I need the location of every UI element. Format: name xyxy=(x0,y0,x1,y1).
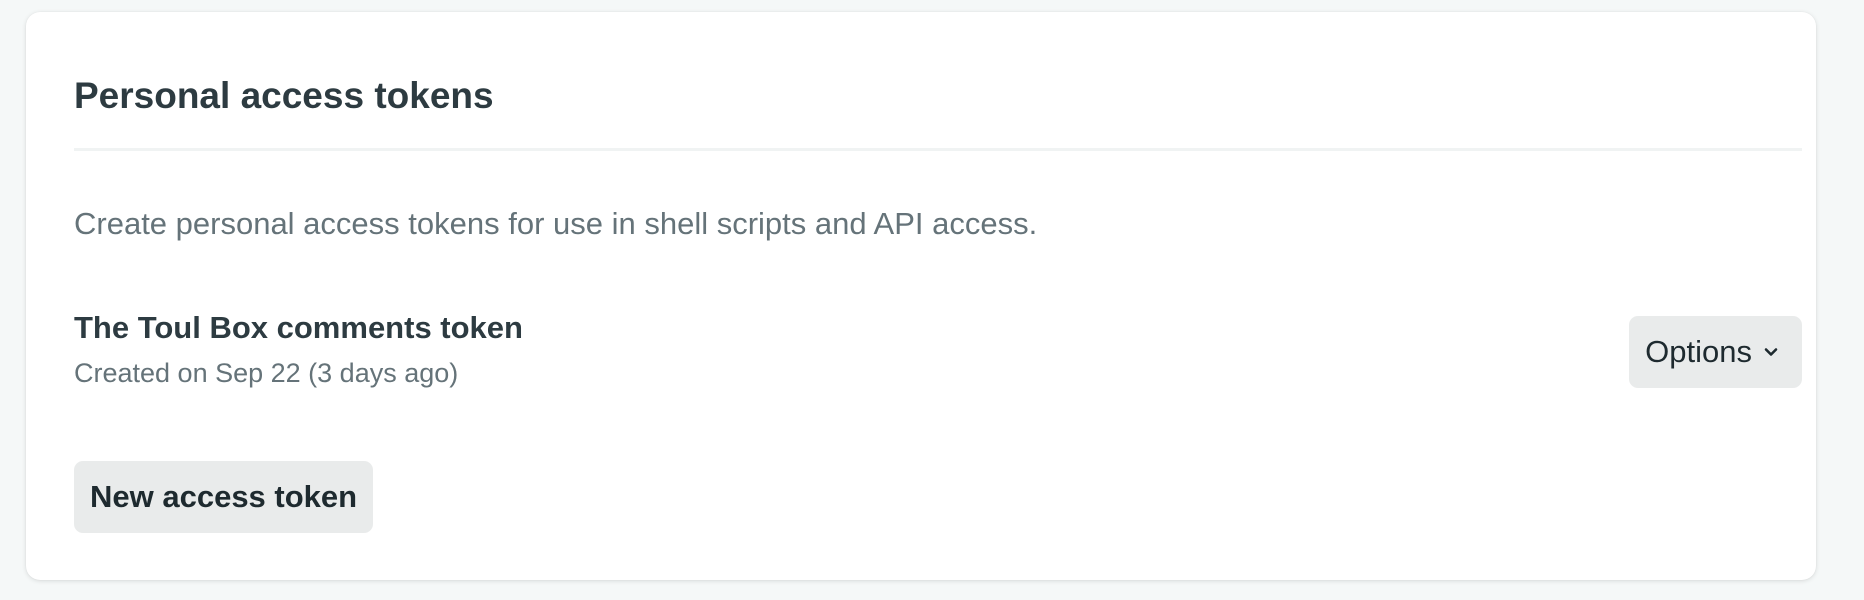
chevron-down-icon xyxy=(1762,343,1780,361)
options-button-label: Options xyxy=(1645,334,1752,369)
section-description: Create personal access tokens for use in… xyxy=(74,206,1038,241)
new-access-token-button[interactable]: New access token xyxy=(74,461,374,533)
title-divider xyxy=(74,148,1802,151)
personal-access-tokens-card: Personal access tokens Create personal a… xyxy=(26,12,1816,580)
token-options-button[interactable]: Options xyxy=(1629,316,1802,388)
section-title: Personal access tokens xyxy=(74,75,494,116)
token-row: The Toul Box comments token Created on S… xyxy=(74,302,1802,398)
token-created-date: Created on Sep 22 (3 days ago) xyxy=(74,358,459,388)
token-name: The Toul Box comments token xyxy=(74,310,523,345)
